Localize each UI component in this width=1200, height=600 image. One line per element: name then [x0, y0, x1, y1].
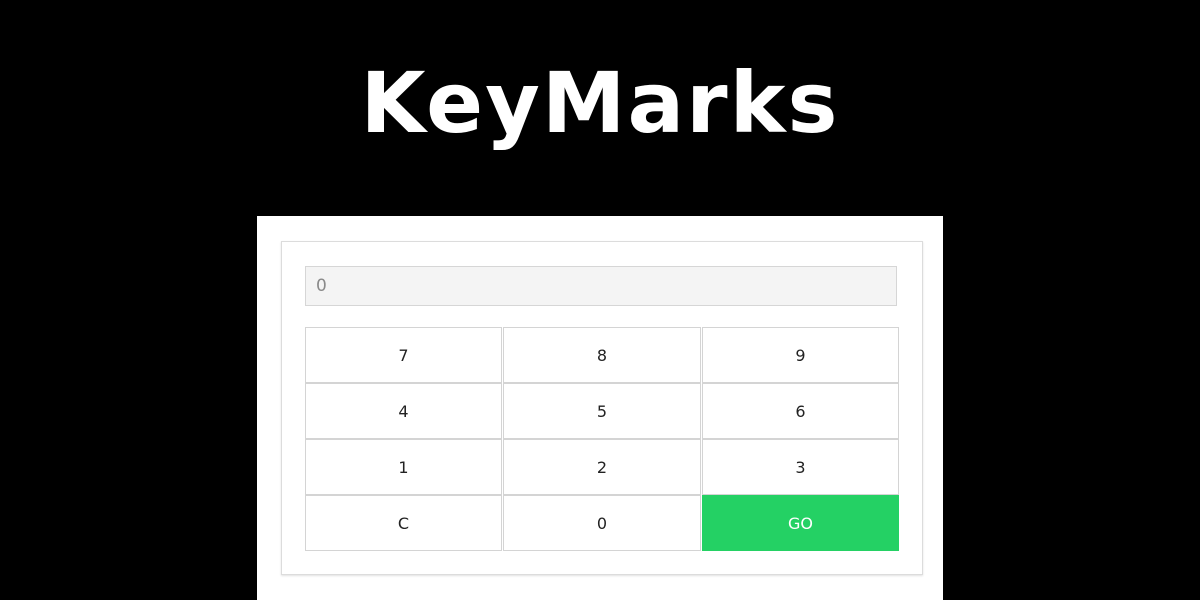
app-title: KeyMarks: [360, 54, 840, 152]
key-4[interactable]: 4: [305, 383, 502, 439]
key-5[interactable]: 5: [503, 383, 701, 439]
main-panel: 7 8 9 4 5 6 1 2 3 C 0 GO: [257, 216, 943, 600]
key-6[interactable]: 6: [702, 383, 899, 439]
keypad-card: 7 8 9 4 5 6 1 2 3 C 0 GO: [281, 241, 923, 575]
go-button[interactable]: GO: [702, 495, 899, 551]
key-2[interactable]: 2: [503, 439, 701, 495]
key-9[interactable]: 9: [702, 327, 899, 383]
key-8[interactable]: 8: [503, 327, 701, 383]
key-7[interactable]: 7: [305, 327, 502, 383]
key-1[interactable]: 1: [305, 439, 502, 495]
key-3[interactable]: 3: [702, 439, 899, 495]
key-0[interactable]: 0: [503, 495, 701, 551]
number-display[interactable]: [305, 266, 897, 306]
keypad: 7 8 9 4 5 6 1 2 3 C 0 GO: [305, 327, 899, 552]
clear-button[interactable]: C: [305, 495, 502, 551]
